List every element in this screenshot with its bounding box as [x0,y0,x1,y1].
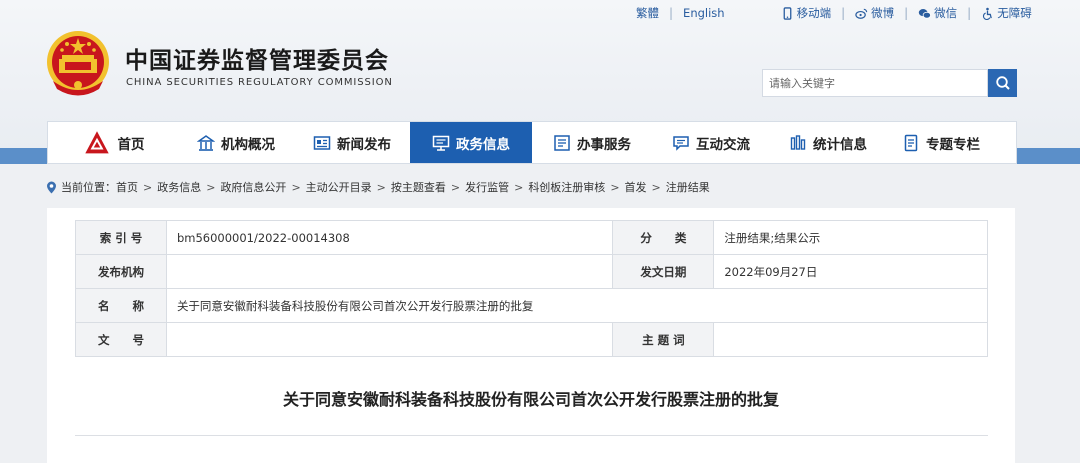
utility-bar: 繁體 | English 移动端 | 微博 | 微信 | 无障碍 [636,5,1032,21]
english-label: English [683,6,725,20]
traditional-label: 繁體 [636,6,659,20]
nav-item-special-topics[interactable]: 专题专栏 [886,122,996,163]
search-input[interactable] [762,69,988,97]
weibo-link[interactable]: 微博 [855,5,894,21]
breadcrumb-item[interactable]: 主动公开目录 [306,179,372,195]
nav-label: 专题专栏 [926,136,980,153]
nav-label: 新闻发布 [337,136,391,153]
weibo-icon [855,8,868,19]
breadcrumb-separator: > [514,180,524,194]
english-link[interactable]: English [683,6,725,20]
national-emblem-icon[interactable] [45,29,111,99]
weibo-label: 微博 [871,6,895,20]
breadcrumb-separator: > [143,180,153,194]
breadcrumb-separator: > [291,180,301,194]
home-logo-icon [84,130,109,153]
issuer-label: 发布机构 [75,254,167,289]
nav-item-statistics[interactable]: 统计信息 [770,122,886,163]
main-nav: 首页 机构概况 新闻发布 政务信息 办事服务 互动交流 统计信息 专题专栏 [47,121,1017,164]
breadcrumb-item[interactable]: 政府信息公开 [220,179,286,195]
keywords-value [713,322,988,357]
table-row: 文 号 主 题 词 [75,322,988,357]
document-number-label: 文 号 [75,322,167,357]
mobile-link[interactable]: 移动端 [781,5,832,21]
weixin-label: 微信 [934,6,958,20]
breadcrumb-item[interactable]: 注册结果 [666,179,710,195]
table-row: 发布机构 发文日期 2022年09月27日 [75,254,988,289]
accessibility-icon [983,7,993,20]
breadcrumb-separator: > [206,180,216,194]
breadcrumb-item[interactable]: 首页 [116,179,138,195]
breadcrumb: 当前位置： 首页 > 政务信息 > 政府信息公开 > 主动公开目录 > 按主题查… [46,179,710,195]
breadcrumb-separator: > [651,180,661,194]
traditional-chinese-link[interactable]: 繁體 [636,5,659,21]
divider: | [841,6,846,20]
news-icon [313,135,331,150]
issuer-value [165,254,614,289]
search-icon [995,76,1010,90]
bar-chart-icon [790,134,806,150]
site-subtitle: CHINA SECURITIES REGULATORY COMMISSION [126,77,393,88]
content-panel: 索 引 号 bm56000001/2022-00014308 分 类 注册结果;… [47,208,1015,463]
document-number-value [165,322,614,357]
nav-item-news[interactable]: 新闻发布 [294,122,410,163]
weixin-link[interactable]: 微信 [918,5,957,21]
wechat-icon [919,8,932,19]
table-row: 名 称 关于同意安徽耐科装备科技股份有限公司首次公开发行股票注册的批复 [75,288,989,323]
index-number-label: 索 引 号 [75,220,167,255]
document-metadata-table: 索 引 号 bm56000001/2022-00014308 分 类 注册结果;… [75,220,989,357]
accessibility-link[interactable]: 无障碍 [981,5,1032,21]
nav-item-institution[interactable]: 机构概况 [178,122,294,163]
issue-date-label: 发文日期 [612,254,715,289]
divider: | [904,6,909,20]
location-pin-icon [47,181,56,193]
document-name-value: 关于同意安徽耐科装备科技股份有限公司首次公开发行股票注册的批复 [165,288,989,323]
table-row: 索 引 号 bm56000001/2022-00014308 分 类 注册结果;… [75,220,988,255]
breadcrumb-separator: > [450,180,461,194]
issue-date-value: 2022年09月27日 [713,254,988,289]
index-number-value: bm56000001/2022-00014308 [165,220,614,255]
divider: | [967,6,972,20]
nav-label: 首页 [117,136,145,153]
nav-item-government-info[interactable]: 政务信息 [410,122,532,163]
monitor-icon [432,135,450,151]
nav-label: 统计信息 [813,136,867,153]
breadcrumb-item[interactable]: 发行监管 [465,179,509,195]
divider: | [669,6,674,20]
nav-item-home[interactable]: 首页 [48,122,178,163]
nav-label: 政务信息 [456,136,510,153]
category-label: 分 类 [612,220,715,255]
search-button[interactable] [988,69,1017,97]
list-icon [554,134,570,151]
nav-item-services[interactable]: 办事服务 [532,122,652,163]
category-value: 注册结果;结果公示 [713,220,988,255]
breadcrumb-item[interactable]: 科创板注册审核 [528,179,605,195]
document-name-label: 名 称 [75,288,167,323]
breadcrumb-separator: > [376,180,386,194]
breadcrumb-item[interactable]: 按主题查看 [391,179,446,195]
document-icon [904,134,918,151]
nav-label: 机构概况 [221,136,275,153]
chat-icon [673,135,689,151]
nav-item-interaction[interactable]: 互动交流 [652,122,770,163]
title-divider [75,435,988,436]
breadcrumb-prefix: 当前位置： [61,181,116,194]
mobile-icon [783,6,791,20]
building-icon [197,134,215,151]
nav-label: 办事服务 [577,136,631,153]
mobile-label: 移动端 [796,6,832,20]
site-title[interactable]: 中国证券监督管理委员会 [125,41,389,75]
accessible-label: 无障碍 [997,6,1032,20]
breadcrumb-separator: > [610,180,620,194]
breadcrumb-item[interactable]: 首发 [625,179,647,195]
breadcrumb-item[interactable]: 政务信息 [157,179,201,195]
nav-label: 互动交流 [696,136,750,153]
keywords-label: 主 题 词 [612,322,715,357]
document-title: 关于同意安徽耐科装备科技股份有限公司首次公开发行股票注册的批复 [282,390,779,409]
